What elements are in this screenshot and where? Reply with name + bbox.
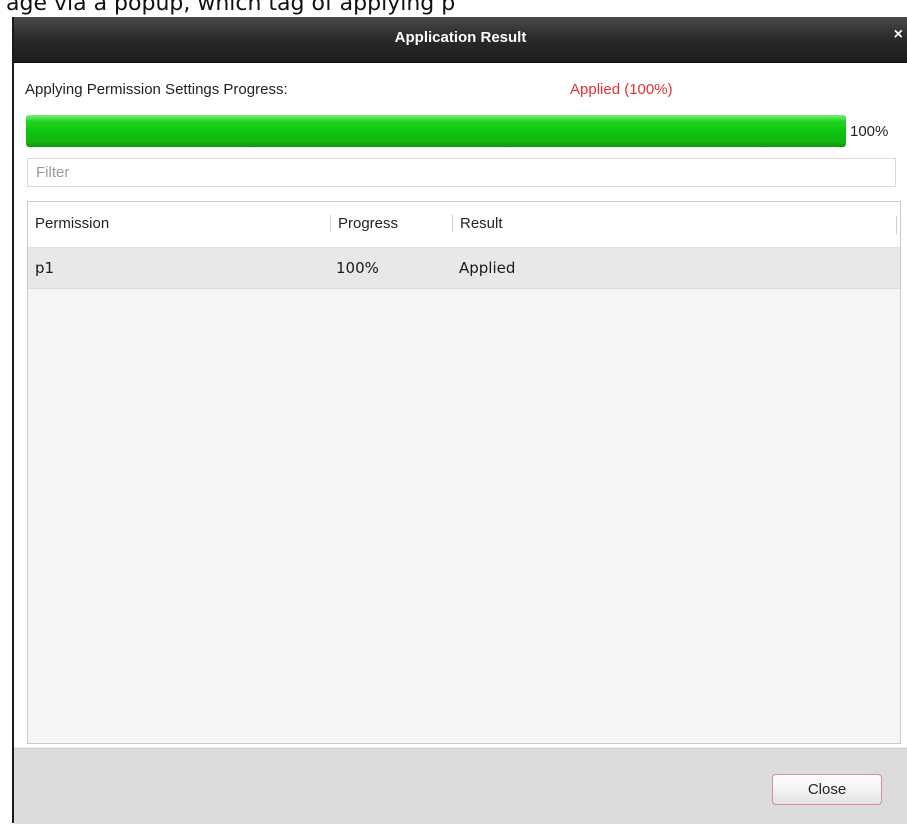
column-header-permission[interactable]: Permission <box>28 215 109 232</box>
filter-input[interactable] <box>27 158 896 187</box>
caption-text: age via a popup, which tag of applying p <box>6 0 456 16</box>
table-row[interactable]: p1 100% Applied <box>28 248 900 289</box>
cell-permission: p1 <box>35 259 55 277</box>
progress-percent: 100% <box>850 123 889 140</box>
table-header: Permission Progress Result <box>28 202 900 248</box>
dialog-content: Applying Permission Settings Progress: A… <box>14 63 907 747</box>
column-separator[interactable] <box>896 216 897 234</box>
dialog-footer: Close <box>14 748 907 824</box>
application-result-dialog: Application Result × Applying Permission… <box>12 17 907 824</box>
progress-bar <box>26 115 846 147</box>
dialog-title: Application Result <box>394 29 527 46</box>
column-header-result[interactable]: Result <box>452 215 503 232</box>
cell-result: Applied <box>459 259 516 277</box>
progress-bar-fill <box>26 115 846 147</box>
permission-table: Permission Progress Result p1 100% Appli… <box>27 201 901 744</box>
progress-status: Applied (100%) <box>570 81 673 98</box>
progress-label: Applying Permission Settings Progress: <box>25 81 288 98</box>
dialog-titlebar: Application Result × <box>14 17 907 63</box>
column-header-progress[interactable]: Progress <box>330 215 398 232</box>
close-button[interactable]: Close <box>772 774 882 805</box>
cell-progress: 100% <box>336 259 379 277</box>
close-icon[interactable]: × <box>894 26 903 44</box>
